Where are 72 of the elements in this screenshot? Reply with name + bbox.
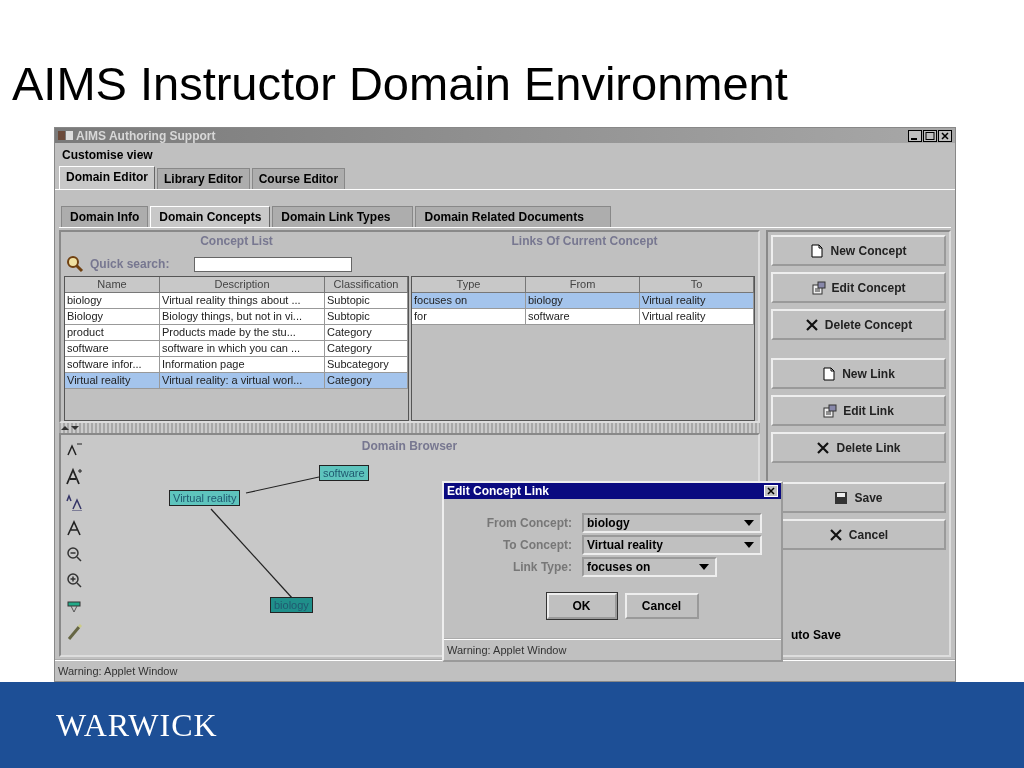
- close-icon[interactable]: [938, 129, 952, 142]
- font-larger-icon[interactable]: [65, 467, 83, 485]
- column-header[interactable]: From: [526, 277, 640, 293]
- action-button[interactable]: Edit Link: [771, 395, 946, 426]
- cross-icon: [828, 527, 843, 542]
- table-row[interactable]: for software Virtual reality: [412, 309, 754, 325]
- dropdown[interactable]: biology: [582, 513, 762, 533]
- auto-save-label: uto Save: [790, 628, 842, 644]
- dropdown[interactable]: focuses on: [582, 557, 717, 577]
- column-header[interactable]: Description: [160, 277, 325, 293]
- tab[interactable]: Domain Related Documents: [415, 206, 611, 227]
- font-icon[interactable]: [65, 519, 83, 537]
- action-button[interactable]: New Concept: [771, 235, 946, 266]
- save-icon: [834, 490, 849, 505]
- app-icon: [58, 130, 74, 141]
- action-button[interactable]: Delete Concept: [771, 309, 946, 340]
- page-icon: [810, 243, 825, 258]
- tab[interactable]: Domain Concepts: [150, 206, 271, 227]
- field-label: To Concept:: [501, 538, 572, 552]
- edit-icon: [811, 280, 826, 295]
- column-header[interactable]: To: [640, 277, 754, 293]
- search-label: Quick search:: [90, 257, 171, 271]
- concept-node[interactable]: software: [319, 465, 369, 481]
- zoom-out-icon[interactable]: [65, 545, 83, 563]
- tab[interactable]: Domain Link Types: [272, 206, 414, 227]
- slide-title: AIMS Instructor Domain Environment: [11, 56, 789, 112]
- tab[interactable]: Domain Info: [61, 206, 149, 227]
- column-header[interactable]: Type: [412, 277, 526, 293]
- window-title: AIMS Authoring Support: [76, 128, 216, 143]
- dialog-button[interactable]: OK: [546, 593, 617, 619]
- collapse-arrows-icon[interactable]: [61, 425, 79, 431]
- dropdown-arrow-icon: [744, 520, 754, 526]
- tab[interactable]: Library Editor: [157, 168, 250, 189]
- table-row[interactable]: software infor... Information page Subcategory: [65, 357, 408, 373]
- column-header[interactable]: Classification: [325, 277, 408, 293]
- dropdown[interactable]: Virtual reality: [582, 535, 762, 555]
- search-icon: [66, 255, 84, 273]
- dialog-status-bar: Warning: Applet Window: [444, 638, 781, 660]
- zoom-in-icon[interactable]: [65, 571, 83, 589]
- dialog-title: Edit Concept Link: [447, 484, 549, 498]
- concept-node[interactable]: Virtual reality: [169, 490, 241, 506]
- minimize-icon[interactable]: [908, 129, 922, 142]
- column-header[interactable]: Name: [65, 277, 160, 293]
- cross-icon: [804, 317, 819, 332]
- field-label: Link Type:: [511, 560, 572, 574]
- panel-title: Links Of Current Concept: [511, 233, 658, 250]
- table-row[interactable]: Virtual reality Virtual reality: a virtual worl... Category: [65, 373, 408, 389]
- table-row[interactable]: biology Virtual reality things about ... Subtopic: [65, 293, 408, 309]
- tab[interactable]: Domain Editor: [59, 166, 155, 189]
- pencil-icon[interactable]: [65, 623, 83, 641]
- dropdown-arrow-icon: [744, 542, 754, 548]
- cross-icon: [816, 440, 831, 455]
- table-row[interactable]: software software in which you can ... Category: [65, 341, 408, 357]
- table-row[interactable]: product Products made by the stu... Category: [65, 325, 408, 341]
- table-row[interactable]: Biology Biology things, but not in vi... Subtopic: [65, 309, 408, 325]
- table-row[interactable]: focuses on biology Virtual reality: [412, 293, 754, 309]
- maximize-icon[interactable]: [923, 129, 937, 142]
- tab[interactable]: Course Editor: [251, 168, 346, 189]
- action-button[interactable]: New Link: [771, 358, 946, 389]
- edit-icon: [823, 403, 838, 418]
- search-field[interactable]: [194, 256, 352, 272]
- panel-title: Domain Browser: [360, 438, 459, 453]
- field-label: From Concept:: [485, 516, 572, 530]
- menu-item[interactable]: Customise view: [62, 148, 153, 162]
- font-style-icon[interactable]: [65, 493, 83, 511]
- logo: WARWICK: [56, 706, 218, 744]
- action-button[interactable]: Edit Concept: [771, 272, 946, 303]
- page-icon: [822, 366, 837, 381]
- dialog-button[interactable]: Cancel: [624, 593, 699, 619]
- action-button[interactable]: Delete Link: [771, 432, 946, 463]
- dropdown-arrow-icon: [699, 564, 709, 570]
- panel-title: Concept List: [200, 233, 273, 250]
